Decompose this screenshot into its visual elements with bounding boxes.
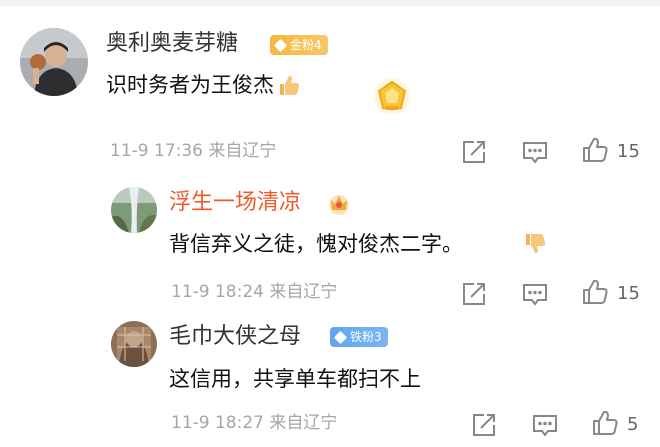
fan-badge-label: 金粉4 xyxy=(290,38,322,52)
like-icon xyxy=(581,278,609,310)
comment-text: 这信用，共享单车都扫不上 xyxy=(169,367,421,391)
avatar[interactable] xyxy=(111,187,157,233)
trophy-icon xyxy=(372,76,412,120)
action-bar: 15 xyxy=(460,278,640,310)
comment-icon[interactable] xyxy=(521,281,549,307)
username[interactable]: 奥利奥麦芽糖 xyxy=(106,31,238,57)
diamond-icon xyxy=(333,330,348,344)
like-count: 15 xyxy=(617,141,640,162)
avatar[interactable] xyxy=(20,28,88,96)
comment-icon[interactable] xyxy=(531,412,559,438)
comment-meta: 11-9 17:36 来自辽宁 xyxy=(110,141,277,161)
username[interactable]: 浮生一场清凉 xyxy=(169,190,301,216)
thumbs-down-icon xyxy=(522,231,548,261)
like-icon xyxy=(581,136,609,168)
fan-badge: 金粉4 xyxy=(270,35,328,55)
action-bar: 15 xyxy=(460,136,640,168)
share-icon[interactable] xyxy=(460,139,488,165)
like-count: 15 xyxy=(617,283,640,304)
comment-meta: 11-9 18:27 来自辽宁 xyxy=(171,413,338,433)
thumbs-up-icon xyxy=(276,72,302,102)
like-button[interactable]: 5 xyxy=(591,409,638,441)
comment-text: 识时务者为王俊杰 xyxy=(106,73,274,97)
fan-badge: 铁粉3 xyxy=(330,327,388,347)
share-icon[interactable] xyxy=(470,412,498,438)
action-bar: 5 xyxy=(470,409,638,441)
fan-badge-label: 铁粉3 xyxy=(350,330,382,344)
like-icon xyxy=(591,409,619,441)
like-button[interactable]: 15 xyxy=(581,136,640,168)
avatar[interactable] xyxy=(111,321,157,367)
like-count: 5 xyxy=(627,414,639,435)
like-button[interactable]: 15 xyxy=(581,278,640,310)
comment-meta: 11-9 18:24 来自辽宁 xyxy=(171,282,338,302)
crown-icon xyxy=(326,190,352,220)
comment-icon[interactable] xyxy=(521,139,549,165)
share-icon[interactable] xyxy=(460,281,488,307)
username[interactable]: 毛巾大侠之母 xyxy=(169,324,301,350)
top-divider xyxy=(0,0,660,6)
comment-text: 背信弃义之徒，愧对俊杰二字。 xyxy=(169,232,463,256)
diamond-icon xyxy=(273,38,288,52)
